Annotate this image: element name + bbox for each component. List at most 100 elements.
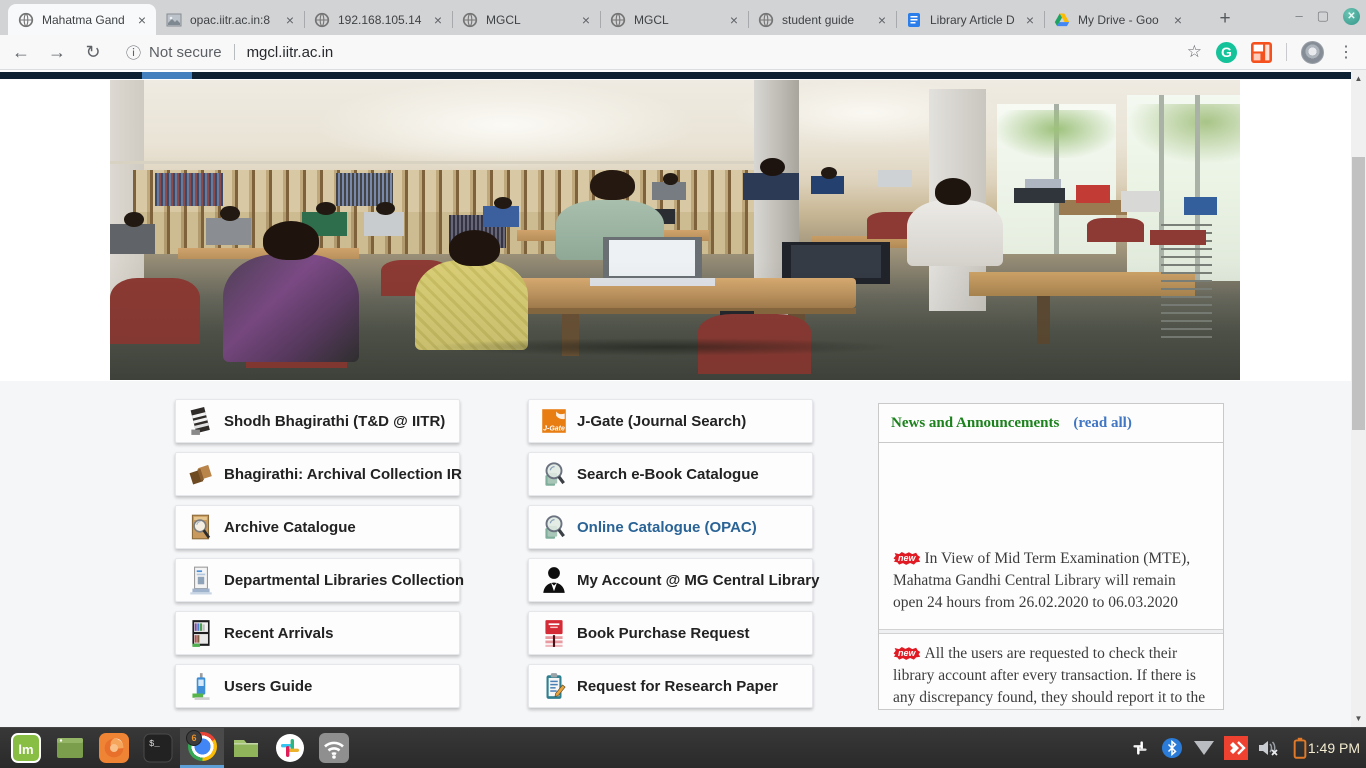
link-card-archive-book[interactable]: Bhagirathi: Archival Collection IR bbox=[175, 452, 460, 496]
notification-badge: 6 bbox=[186, 730, 202, 746]
taskbar-clock[interactable]: 1:49 PM bbox=[1308, 728, 1360, 768]
link-card-jgate[interactable]: J-GateJ-Gate (Journal Search) bbox=[528, 399, 813, 443]
svg-text:lm: lm bbox=[18, 742, 33, 757]
link-card-bookshelf[interactable]: Recent Arrivals bbox=[175, 611, 460, 655]
clipboard-pencil-icon bbox=[541, 671, 567, 701]
globe-icon bbox=[610, 12, 626, 28]
toolbar-divider bbox=[1286, 43, 1287, 61]
page-scrollbar[interactable]: ▲ ▼ bbox=[1351, 70, 1366, 727]
tray-anydesk[interactable] bbox=[1224, 735, 1248, 761]
tab-close-icon[interactable]: × bbox=[578, 12, 594, 28]
content-area: Shodh Bhagirathi (T&D @ IITR) Bhagirathi:… bbox=[0, 381, 1351, 727]
window-minimize-button[interactable]: – bbox=[1295, 7, 1302, 25]
launcher-show-desktop[interactable] bbox=[48, 728, 92, 768]
browser-tab-1[interactable]: Mahatma Gand× bbox=[8, 4, 156, 35]
link-card-thesis-stack[interactable]: Shodh Bhagirathi (T&D @ IITR) bbox=[175, 399, 460, 443]
window-maximize-button[interactable]: ▢ bbox=[1317, 7, 1329, 25]
ebook-search-icon bbox=[541, 459, 567, 489]
new-badge: new bbox=[893, 552, 921, 565]
tray-bluetooth[interactable] bbox=[1160, 735, 1184, 761]
scroll-up-arrow-icon[interactable]: ▲ bbox=[1351, 71, 1366, 86]
navbar-active-item bbox=[142, 72, 192, 79]
tab-title: Library Article D bbox=[930, 13, 1022, 27]
window-close-button[interactable]: ✕ bbox=[1343, 8, 1360, 25]
svg-text:J-Gate: J-Gate bbox=[543, 426, 565, 433]
tab-close-icon[interactable]: × bbox=[1170, 12, 1186, 28]
launcher-terminal[interactable]: $_ bbox=[136, 728, 180, 768]
tab-close-icon[interactable]: × bbox=[430, 12, 446, 28]
reload-icon[interactable]: ↻ bbox=[78, 38, 108, 66]
link-card-clipboard-pencil[interactable]: Request for Research Paper bbox=[528, 664, 813, 708]
opac-search-icon bbox=[541, 512, 567, 542]
browser-tab-4[interactable]: MGCL× bbox=[452, 4, 600, 35]
tab-close-icon[interactable]: × bbox=[282, 12, 298, 28]
system-tray bbox=[1128, 728, 1312, 768]
browser-tab-6[interactable]: student guide× bbox=[748, 4, 896, 35]
scrollbar-thumb[interactable] bbox=[1352, 157, 1365, 430]
tab-close-icon[interactable]: × bbox=[1022, 12, 1038, 28]
new-badge: new bbox=[893, 647, 921, 660]
link-card-guide-kiosk[interactable]: Users Guide bbox=[175, 664, 460, 708]
bookmark-star-icon[interactable]: ☆ bbox=[1187, 42, 1202, 62]
info-icon[interactable]: ⓘ bbox=[126, 42, 141, 63]
link-label: Search e-Book Catalogue bbox=[577, 466, 759, 483]
svg-text:$_: $_ bbox=[149, 739, 160, 749]
launcher-folder[interactable] bbox=[224, 728, 268, 768]
address-bar[interactable]: ⓘ Not secure mgcl.iitr.ac.in bbox=[126, 38, 1187, 66]
launcher-chrome[interactable]: 6 bbox=[180, 728, 224, 768]
jgate-icon: J-Gate bbox=[541, 406, 567, 436]
news-title: News and Announcements bbox=[891, 415, 1059, 432]
tray-slack-tray[interactable] bbox=[1128, 735, 1152, 761]
back-icon[interactable]: ← bbox=[6, 38, 36, 66]
docs-icon bbox=[906, 12, 922, 28]
tab-close-icon[interactable]: × bbox=[726, 12, 742, 28]
window-controls: – ▢ ✕ bbox=[1295, 7, 1360, 25]
tray-network-signal[interactable] bbox=[1192, 735, 1216, 761]
launcher-firefox[interactable] bbox=[92, 728, 136, 768]
menu-dots-icon[interactable]: ⋮ bbox=[1338, 42, 1354, 62]
launcher-slack[interactable] bbox=[268, 728, 312, 768]
link-card-red-book[interactable]: Book Purchase Request bbox=[528, 611, 813, 655]
browser-tab-8[interactable]: My Drive - Goo× bbox=[1044, 4, 1192, 35]
scroll-down-arrow-icon[interactable]: ▼ bbox=[1351, 711, 1366, 726]
tray-volume-muted[interactable] bbox=[1256, 735, 1280, 761]
launcher-mint-menu[interactable]: lm bbox=[4, 728, 48, 768]
globe-icon bbox=[314, 12, 330, 28]
department-doc-icon bbox=[188, 565, 214, 595]
link-label: My Account @ MG Central Library bbox=[577, 572, 819, 589]
tab-title: opac.iitr.ac.in:8 bbox=[190, 13, 282, 27]
tab-close-icon[interactable]: × bbox=[874, 12, 890, 28]
link-label: Departmental Libraries Collection bbox=[224, 572, 464, 589]
guide-kiosk-icon bbox=[188, 671, 214, 701]
new-tab-button[interactable]: + bbox=[1212, 6, 1238, 32]
link-card-ebook-search[interactable]: Search e-Book Catalogue bbox=[528, 452, 813, 496]
browser-tab-2[interactable]: opac.iitr.ac.in:8× bbox=[156, 4, 304, 35]
link-card-department-doc[interactable]: Departmental Libraries Collection bbox=[175, 558, 460, 602]
tab-close-icon[interactable]: × bbox=[134, 12, 150, 28]
drive-icon bbox=[1054, 12, 1070, 28]
read-all-link[interactable]: (read all) bbox=[1073, 415, 1131, 432]
browser-tab-7[interactable]: Library Article D× bbox=[896, 4, 1044, 35]
tab-list: Mahatma Gand×opac.iitr.ac.in:8×192.168.1… bbox=[8, 4, 1192, 35]
news-list: newIn View of Mid Term Examination (MTE)… bbox=[879, 539, 1223, 710]
link-column-left: Shodh Bhagirathi (T&D @ IITR) Bhagirathi:… bbox=[175, 399, 460, 717]
link-label: Request for Research Paper bbox=[577, 678, 778, 695]
forward-icon[interactable]: → bbox=[42, 38, 72, 66]
taskbar: lm $_ 6 1:49 PM bbox=[0, 727, 1366, 768]
tab-title: Mahatma Gand bbox=[42, 13, 134, 27]
link-label: Online Catalogue (OPAC) bbox=[577, 519, 757, 536]
link-card-user[interactable]: My Account @ MG Central Library bbox=[528, 558, 813, 602]
browser-tab-3[interactable]: 192.168.105.14× bbox=[304, 4, 452, 35]
screen: Mahatma Gand×opac.iitr.ac.in:8×192.168.1… bbox=[0, 0, 1366, 768]
user-icon bbox=[541, 565, 567, 595]
grammarly-icon[interactable]: G bbox=[1216, 42, 1237, 63]
screenshot-extension-icon[interactable] bbox=[1251, 42, 1272, 63]
news-panel: News and Announcements (read all) newIn … bbox=[878, 403, 1224, 710]
url-text: mgcl.iitr.ac.in bbox=[247, 44, 334, 61]
link-card-opac-search[interactable]: Online Catalogue (OPAC) bbox=[528, 505, 813, 549]
browser-tab-5[interactable]: MGCL× bbox=[600, 4, 748, 35]
launcher-wifi-launcher[interactable] bbox=[312, 728, 356, 768]
link-card-archive-search[interactable]: Archive Catalogue bbox=[175, 505, 460, 549]
profile-avatar-icon[interactable] bbox=[1301, 41, 1324, 64]
news-item: newIn View of Mid Term Examination (MTE)… bbox=[879, 539, 1223, 630]
